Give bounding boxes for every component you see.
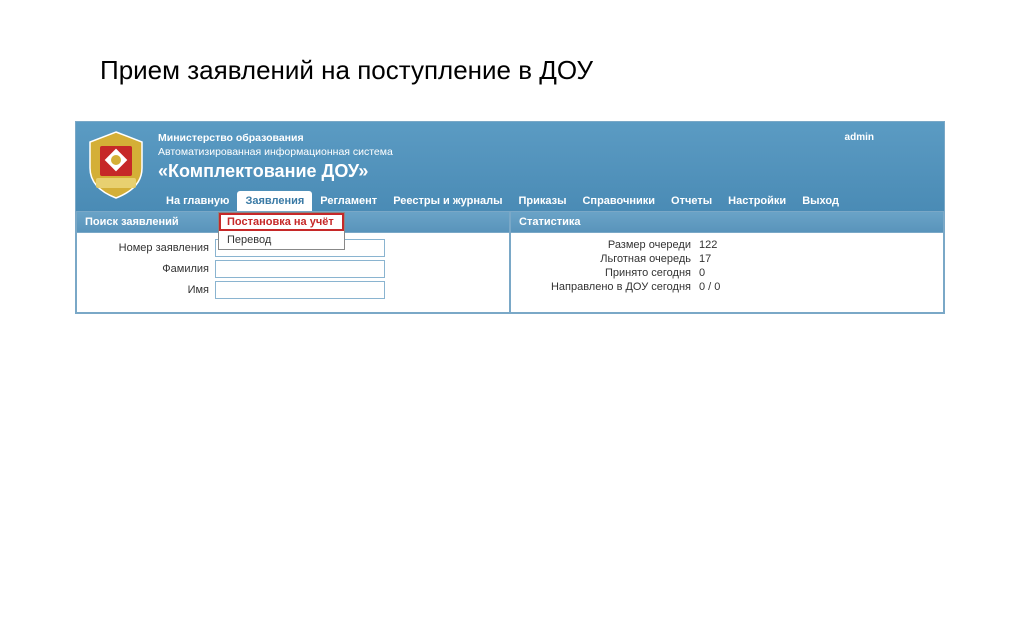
nav-bar: На главную Заявления Регламент Реестры и… xyxy=(158,191,944,212)
nav-reglament[interactable]: Регламент xyxy=(312,191,385,212)
ministry-line: Министерство образования xyxy=(158,132,934,146)
stat-row-accepted: Принято сегодня 0 xyxy=(519,267,935,279)
content-area: Постановка на учёт Перевод Поиск заявлен… xyxy=(76,212,944,313)
stat-row-sent: Направлено в ДОУ сегодня 0 / 0 xyxy=(519,281,935,293)
input-name[interactable] xyxy=(215,281,385,299)
nav-reference[interactable]: Справочники xyxy=(574,191,663,212)
app-window: Министерство образования Автоматизирован… xyxy=(75,121,945,314)
nav-reports[interactable]: Отчеты xyxy=(663,191,720,212)
applications-dropdown: Постановка на учёт Перевод xyxy=(218,212,345,250)
stats-panel-header: Статистика xyxy=(511,212,943,233)
page-title: Прием заявлений на поступление в ДОУ xyxy=(100,55,1024,86)
user-label[interactable]: admin xyxy=(845,132,874,143)
stat-value-accepted: 0 xyxy=(699,267,705,279)
stat-label-privilege: Льготная очередь xyxy=(519,253,699,265)
label-name: Имя xyxy=(85,284,215,296)
dropdown-item-register[interactable]: Постановка на учёт xyxy=(219,213,344,231)
stat-row-queue: Размер очереди 122 xyxy=(519,239,935,251)
form-row-surname: Фамилия xyxy=(85,260,501,278)
coat-of-arms-icon xyxy=(86,130,146,200)
stat-value-sent: 0 / 0 xyxy=(699,281,720,293)
stat-label-queue: Размер очереди xyxy=(519,239,699,251)
stat-value-queue: 122 xyxy=(699,239,717,251)
form-row-name: Имя xyxy=(85,281,501,299)
nav-registries[interactable]: Реестры и журналы xyxy=(385,191,510,212)
nav-home[interactable]: На главную xyxy=(158,191,237,212)
nav-applications[interactable]: Заявления xyxy=(237,191,312,212)
header-text: Министерство образования Автоматизирован… xyxy=(158,128,934,182)
stat-label-sent: Направлено в ДОУ сегодня xyxy=(519,281,699,293)
stats-panel: Статистика Размер очереди 122 Льготная о… xyxy=(510,211,944,313)
header-bar: Министерство образования Автоматизирован… xyxy=(76,122,944,212)
nav-orders[interactable]: Приказы xyxy=(510,191,574,212)
stat-value-privilege: 17 xyxy=(699,253,711,265)
label-number: Номер заявления xyxy=(85,242,215,254)
nav-settings[interactable]: Настройки xyxy=(720,191,794,212)
nav-exit[interactable]: Выход xyxy=(794,191,847,212)
stat-label-accepted: Принято сегодня xyxy=(519,267,699,279)
ais-line: Автоматизированная информационная систем… xyxy=(158,146,934,160)
input-surname[interactable] xyxy=(215,260,385,278)
label-surname: Фамилия xyxy=(85,263,215,275)
stat-row-privilege: Льготная очередь 17 xyxy=(519,253,935,265)
system-name: «Комплектование ДОУ» xyxy=(158,161,934,182)
dropdown-item-transfer[interactable]: Перевод xyxy=(219,231,344,249)
stats-panel-body: Размер очереди 122 Льготная очередь 17 П… xyxy=(511,233,943,305)
